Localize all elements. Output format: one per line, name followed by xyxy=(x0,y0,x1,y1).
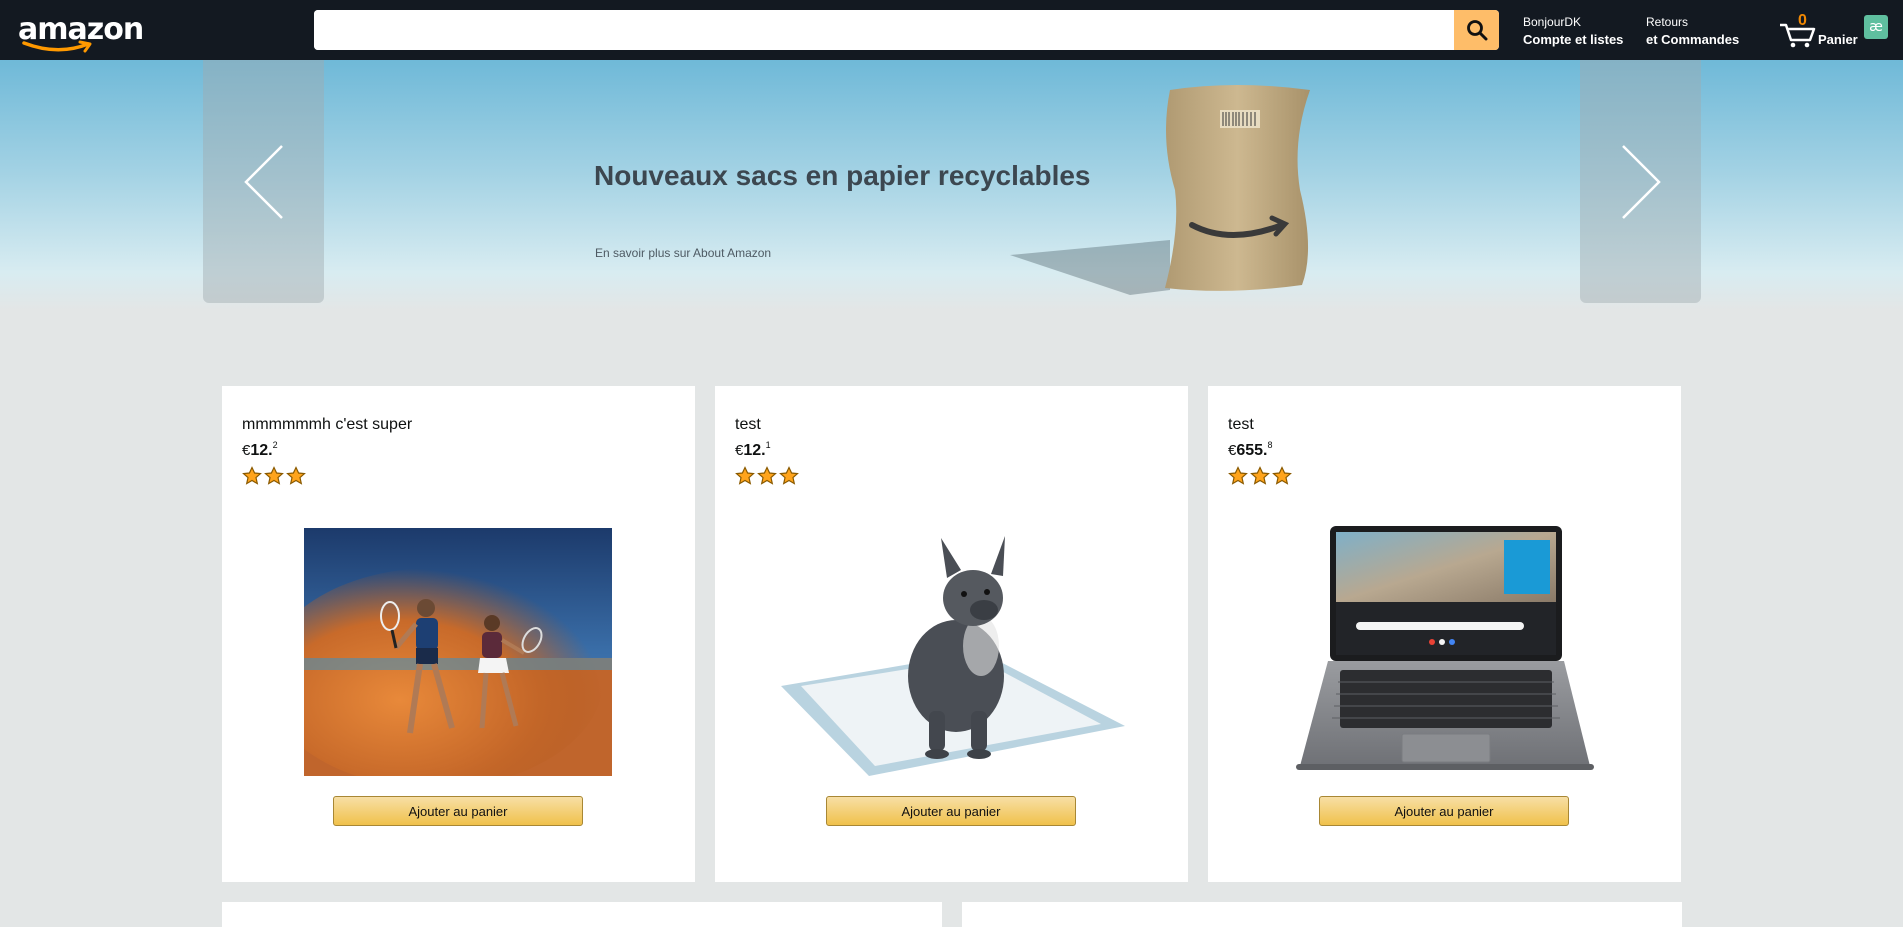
star-icon xyxy=(242,466,262,485)
account-label: Compte et listes xyxy=(1523,32,1624,47)
account-lists-link[interactable]: BonjourDK Compte et listes xyxy=(1523,14,1623,48)
star-icon xyxy=(1228,466,1248,485)
product-card: test €12.1 Ajouter au panier xyxy=(715,386,1188,882)
star-icon xyxy=(735,466,755,485)
orders-label: et Commandes xyxy=(1646,32,1740,47)
star-icon xyxy=(757,466,777,485)
add-to-cart-button[interactable]: Ajouter au panier xyxy=(333,796,583,826)
cart-icon xyxy=(1780,23,1816,48)
rating-stars xyxy=(1228,466,1292,486)
chevron-left-icon xyxy=(243,144,283,219)
laptop-image[interactable] xyxy=(1292,526,1598,778)
add-to-cart-button[interactable]: Ajouter au panier xyxy=(826,796,1076,826)
star-icon xyxy=(1272,466,1292,485)
search-icon xyxy=(1466,20,1487,41)
price-fraction: 1 xyxy=(765,440,771,450)
price-whole: 655. xyxy=(1236,442,1268,459)
cart-label: Panier xyxy=(1818,32,1858,47)
returns-orders-link[interactable]: Retours et Commandes xyxy=(1646,14,1739,48)
rating-stars xyxy=(735,466,799,486)
product-title[interactable]: test xyxy=(1228,416,1254,434)
price-fraction: 2 xyxy=(272,440,278,450)
carousel-next-button[interactable] xyxy=(1580,60,1701,303)
amazon-logo[interactable]: amazon xyxy=(18,10,144,53)
product-card: mmmmmmh c'est super €12.2 Ajouter au pan… xyxy=(222,386,695,882)
star-icon xyxy=(286,466,306,485)
bulldog-on-pad-image[interactable] xyxy=(781,526,1125,776)
star-icon xyxy=(1250,466,1270,485)
hero-learn-more-link[interactable]: En savoir plus sur About Amazon xyxy=(595,246,771,260)
avatar[interactable]: æ xyxy=(1864,15,1888,39)
tennis-players-image[interactable] xyxy=(304,528,612,776)
top-nav: amazon BonjourDK Compte et listes Retour… xyxy=(0,0,1903,60)
price-whole: 12. xyxy=(250,442,273,459)
add-to-cart-button[interactable]: Ajouter au panier xyxy=(1319,796,1569,826)
product-card xyxy=(962,902,1682,927)
product-card: test €655.8 Ajouter au panier xyxy=(1208,386,1681,882)
product-card xyxy=(222,902,942,927)
returns-label: Retours xyxy=(1646,15,1689,29)
hero-banner: Nouveaux sacs en papier recyclables En s… xyxy=(0,60,1903,310)
product-price: €12.2 xyxy=(242,440,278,460)
product-price: €655.8 xyxy=(1228,440,1273,460)
price-fraction: 8 xyxy=(1267,440,1273,450)
cart-button[interactable]: 0 Panier xyxy=(1778,10,1858,50)
product-title[interactable]: mmmmmmh c'est super xyxy=(242,416,412,434)
account-greeting: BonjourDK xyxy=(1523,15,1582,29)
product-title[interactable]: test xyxy=(735,416,761,434)
smile-arrow-icon xyxy=(22,40,92,53)
paper-bag-image xyxy=(1010,85,1310,295)
star-icon xyxy=(264,466,284,485)
search-bar xyxy=(314,10,1499,50)
carousel-prev-button[interactable] xyxy=(203,60,324,303)
price-whole: 12. xyxy=(743,442,766,459)
search-button[interactable] xyxy=(1454,10,1499,50)
star-icon xyxy=(779,466,799,485)
chevron-right-icon xyxy=(1621,144,1661,219)
product-price: €12.1 xyxy=(735,440,771,460)
search-input[interactable] xyxy=(314,10,1454,50)
rating-stars xyxy=(242,466,306,486)
